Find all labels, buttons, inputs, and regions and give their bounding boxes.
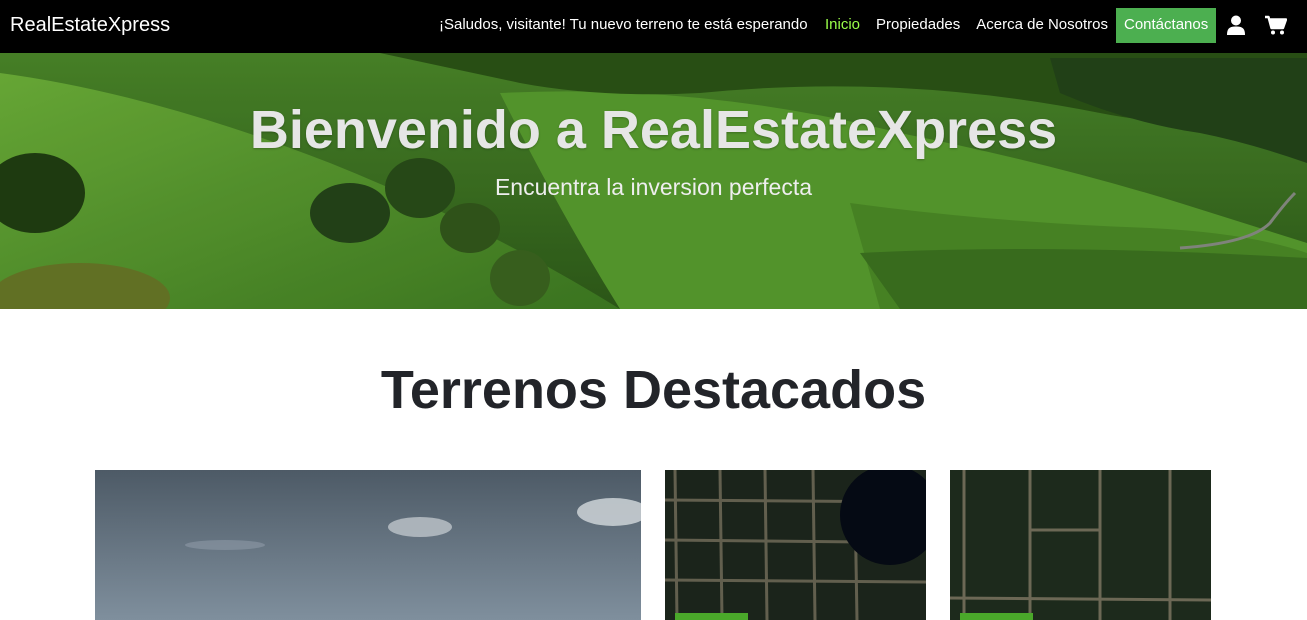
cart-icon[interactable] [1256, 7, 1296, 43]
hero-banner: Bienvenido a RealEstateXpress Encuentra … [0, 53, 1307, 309]
property-card-3[interactable] [950, 470, 1211, 620]
hero-title: Bienvenido a RealEstateXpress [249, 100, 1058, 160]
featured-title: Terrenos Destacados [380, 360, 927, 420]
user-icon[interactable] [1216, 7, 1256, 43]
nav-link-acerca[interactable]: Acerca de Nosotros [968, 7, 1116, 43]
greeting-text: ¡Saludos, visitante! Tu nuevo terreno te… [439, 16, 808, 33]
property-card-2[interactable] [665, 470, 926, 620]
nav-links: Inicio Propiedades Acerca de Nosotros Co… [817, 7, 1296, 43]
nav-link-propiedades[interactable]: Propiedades [868, 7, 968, 43]
navbar: RealEstateXpress ¡Saludos, visitante! Tu… [0, 0, 1307, 53]
aerial-lots-grid-image [950, 470, 1211, 620]
contact-button[interactable]: Contáctanos [1116, 7, 1217, 43]
nav-link-inicio[interactable]: Inicio [817, 7, 868, 43]
hero-subtitle: Encuentra la inversion perfecta [494, 174, 813, 200]
sky-landscape-image [95, 470, 641, 620]
property-card-1[interactable] [95, 470, 641, 620]
aerial-lots-lake-image [665, 470, 926, 620]
brand-logo[interactable]: RealEstateXpress [10, 13, 170, 37]
